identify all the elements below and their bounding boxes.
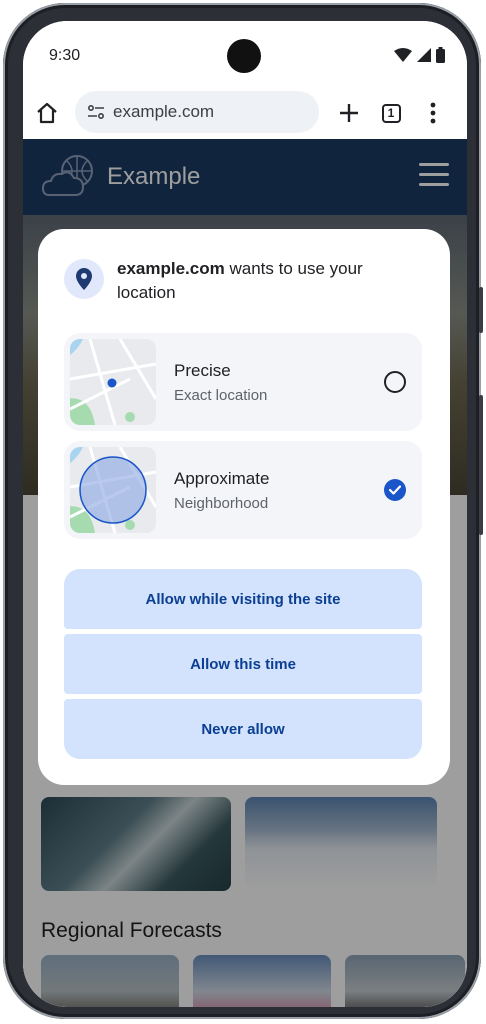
option-sublabel: Exact location — [174, 387, 268, 404]
battery-icon — [436, 47, 445, 63]
side-button — [479, 395, 483, 535]
radio-checked[interactable] — [384, 479, 406, 501]
status-bar: 9:30 — [23, 21, 467, 87]
url-text: example.com — [113, 102, 215, 121]
option-sublabel: Neighborhood — [174, 495, 269, 512]
address-bar[interactable]: example.com — [75, 91, 319, 133]
option-approximate[interactable]: Approximate Neighborhood — [64, 441, 422, 539]
status-icons — [394, 47, 445, 63]
check-icon — [389, 485, 401, 495]
never-allow-button[interactable]: Never allow — [64, 699, 422, 759]
allow-this-time-button[interactable]: Allow this time — [64, 634, 422, 694]
tab-count: 1 — [381, 103, 401, 123]
dialog-title: example.com wants to use your location — [117, 257, 417, 305]
phone-frame: 9:30 example.com 1 Example Regional Fore… — [3, 3, 483, 1019]
browser-toolbar: example.com 1 — [23, 87, 467, 139]
radio-unchecked[interactable] — [384, 371, 406, 393]
home-button[interactable] — [29, 95, 65, 131]
location-permission-dialog: example.com wants to use your location P… — [38, 229, 450, 785]
new-tab-button[interactable] — [331, 95, 367, 131]
location-pin-icon — [64, 259, 104, 299]
volume-button — [479, 287, 483, 333]
allow-while-visiting-button[interactable]: Allow while visiting the site — [64, 569, 422, 629]
dialog-origin: example.com — [117, 259, 225, 278]
option-label: Precise — [174, 361, 231, 380]
menu-button[interactable] — [415, 95, 451, 131]
approximate-map-icon — [70, 447, 156, 533]
front-camera — [227, 39, 261, 73]
precise-map-icon — [70, 339, 156, 425]
option-label: Approximate — [174, 469, 270, 488]
status-time: 9:30 — [49, 47, 81, 64]
more-vert-icon — [430, 102, 436, 124]
screen: 9:30 example.com 1 Example Regional Fore… — [23, 21, 467, 1007]
option-precise[interactable]: Precise Exact location — [64, 333, 422, 431]
signal-icon — [417, 48, 431, 62]
home-icon — [37, 102, 57, 124]
site-settings-icon — [87, 104, 105, 120]
wifi-icon — [394, 48, 412, 62]
plus-icon — [340, 104, 358, 122]
tab-switcher-button[interactable]: 1 — [373, 95, 409, 131]
